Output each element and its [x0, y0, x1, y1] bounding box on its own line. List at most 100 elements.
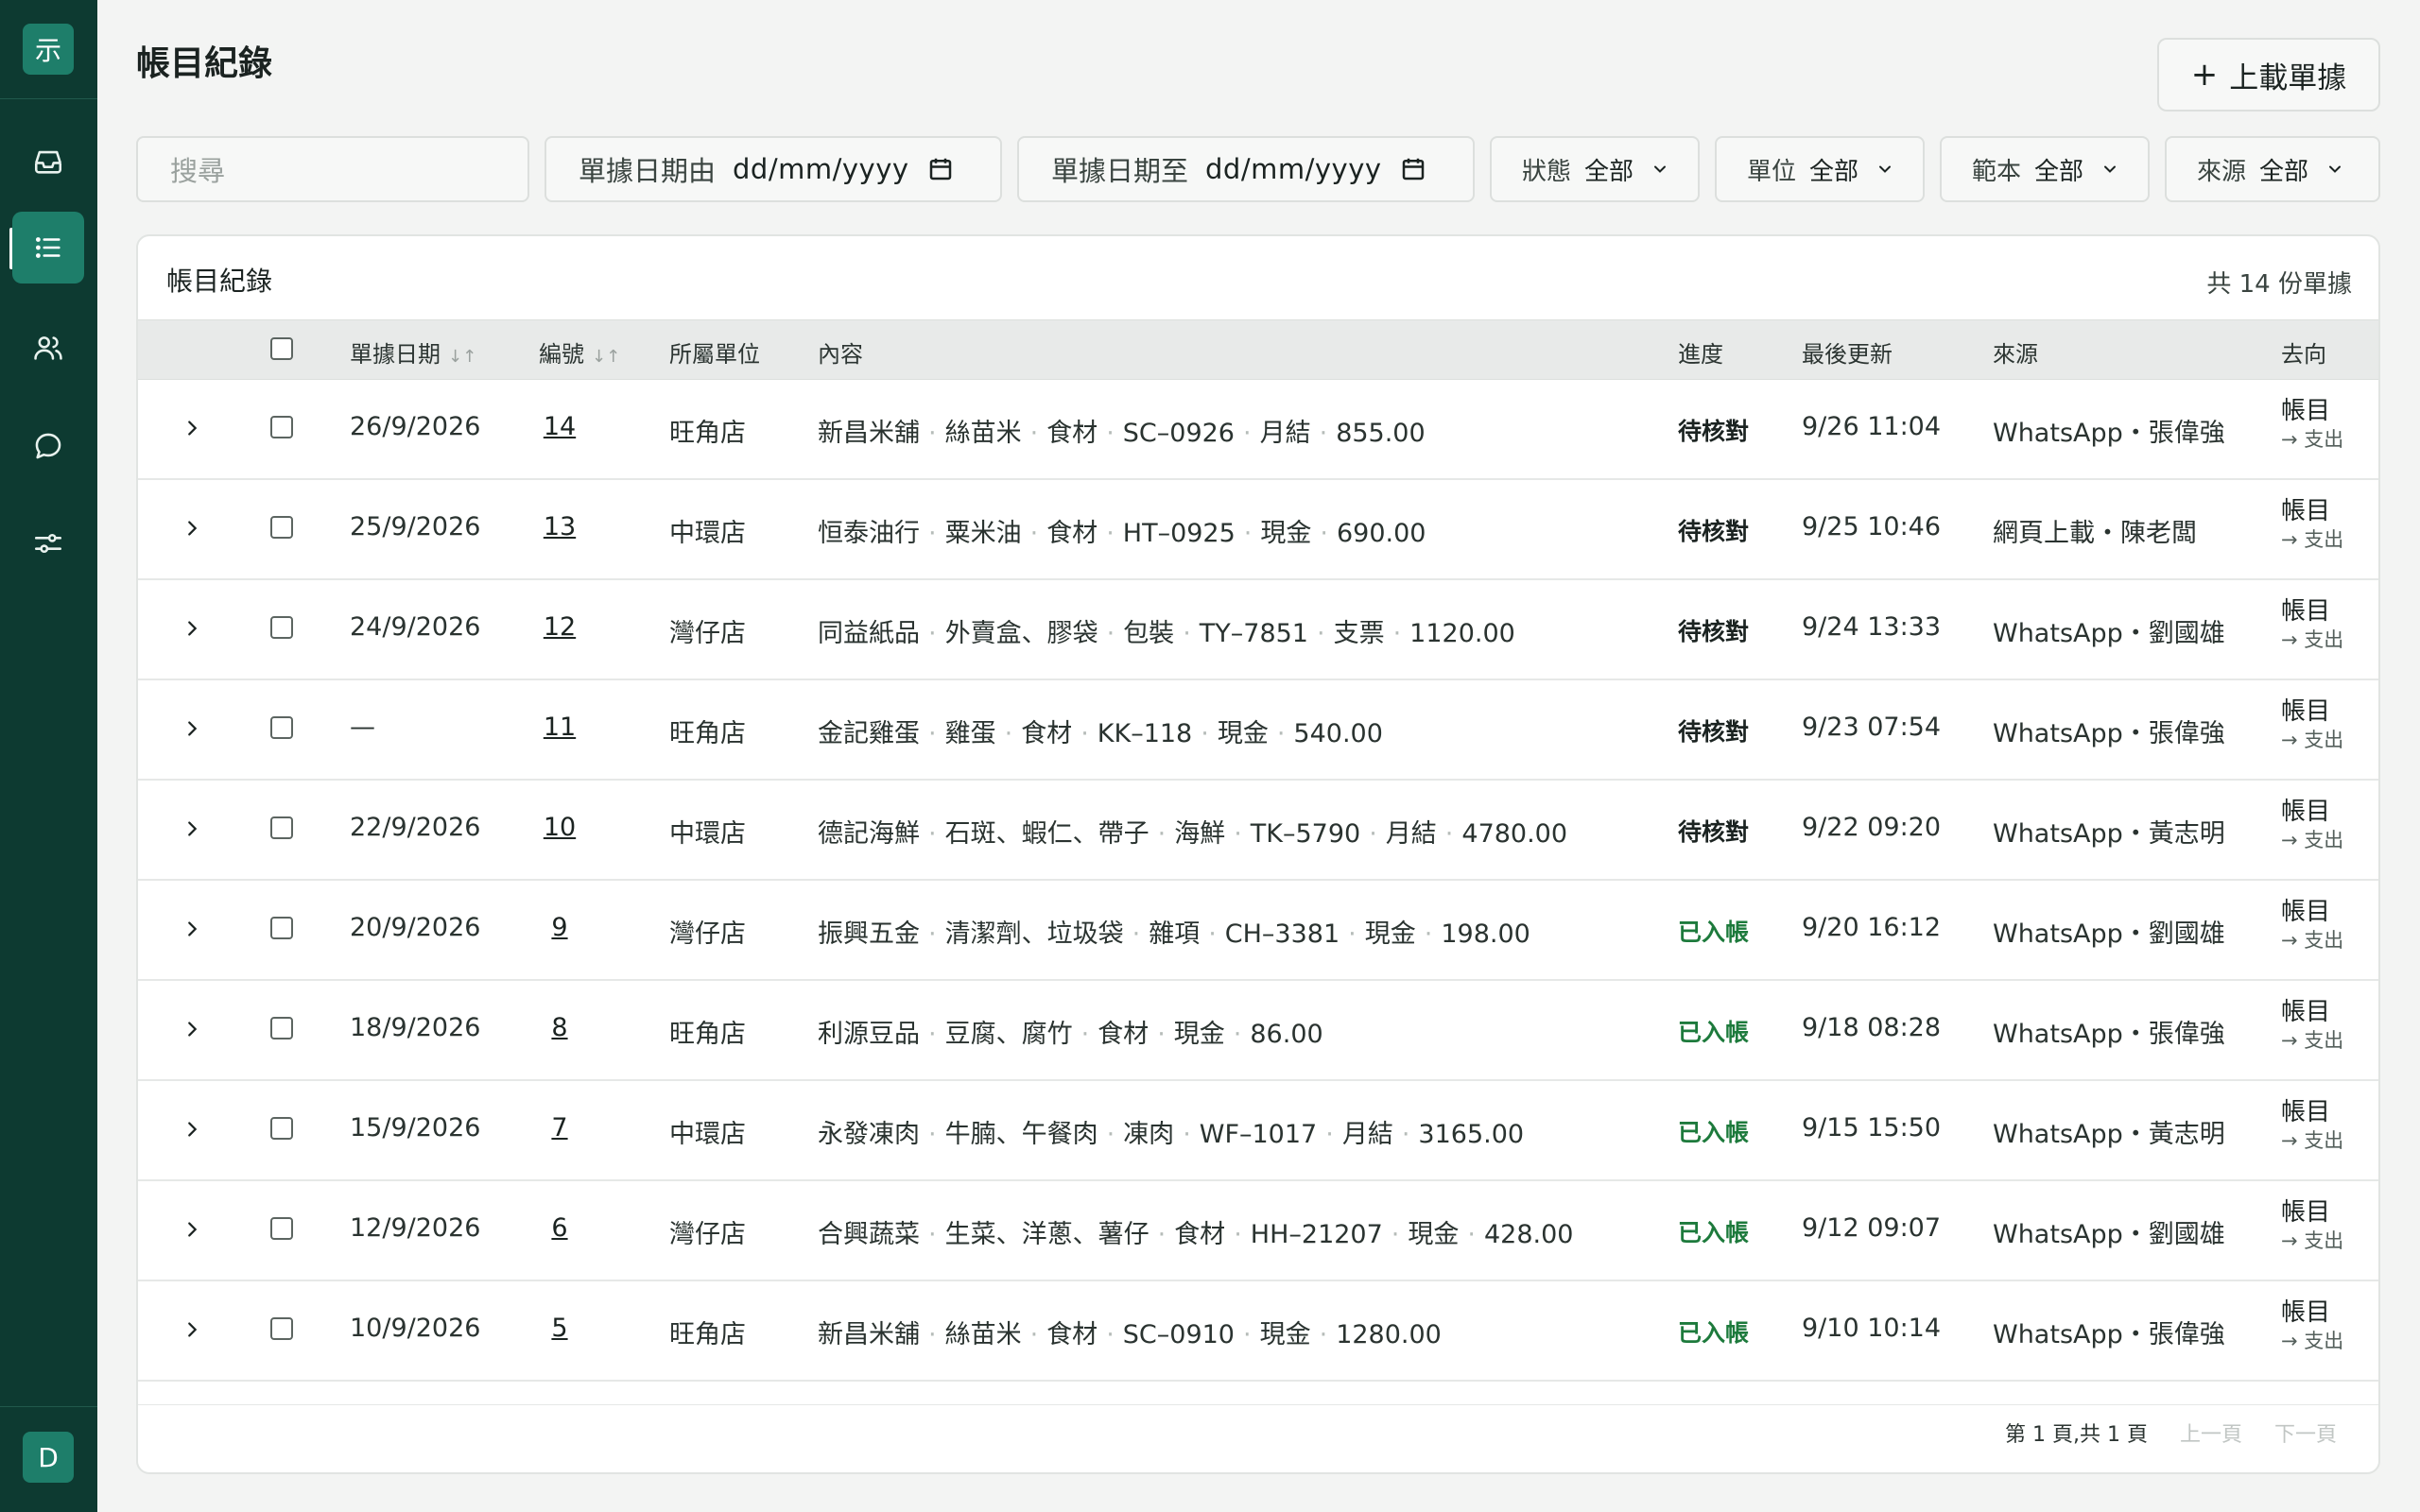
content-part: 3165.00: [1418, 1120, 1525, 1149]
sort-icon[interactable]: ↓↑: [592, 347, 620, 367]
separator-dot: ·: [1234, 1220, 1242, 1249]
status-badge: 待核對: [1678, 618, 1750, 645]
table-row[interactable]: 15/9/2026 7 中環店 永發凍肉 · 牛腩、午餐肉 · 凍肉 · WF–1017 · 月結 · 3…: [138, 1079, 2378, 1181]
unit-select[interactable]: 單位 全部: [1715, 136, 1925, 202]
chevron-right-icon[interactable]: [182, 618, 202, 639]
table-row[interactable]: 10/9/2026 5 旺角店 新昌米舖 · 絲苗米 · 食材 · SC–0910 · 現金 · 1280…: [138, 1280, 2378, 1382]
chevron-right-icon[interactable]: [182, 1019, 202, 1040]
content-part: 食材: [1021, 719, 1073, 748]
table-row[interactable]: 25/9/2026 13 中環店 恒泰油行 · 粟米油 · 食材 · HT–0925 · 現金 · 690…: [138, 478, 2378, 580]
next-page-button[interactable]: 下一頁: [2274, 1418, 2337, 1448]
row-checkbox[interactable]: [270, 1017, 293, 1040]
row-id-link[interactable]: 8: [551, 1013, 567, 1042]
sliders-icon[interactable]: [12, 507, 84, 579]
row-source: WhatsApp・劉國雄: [1993, 1220, 2225, 1249]
row-dest-primary: 帳目: [2281, 1198, 2331, 1227]
row-checkbox[interactable]: [270, 1217, 293, 1240]
search-input[interactable]: 搜尋: [136, 136, 529, 202]
row-updated: 9/10 10:14: [1802, 1314, 1942, 1343]
row-unit: 灣仔店: [669, 919, 746, 949]
date-from-filter[interactable]: 單據日期由 dd/mm/yyyy: [544, 136, 1002, 202]
table-row[interactable]: 22/9/2026 10 中環店 德記海鮮 · 石斑、蝦仁、帶子 · 海鮮 · TK–5790 · 月…: [138, 779, 2378, 881]
chevron-right-icon[interactable]: [182, 919, 202, 939]
row-dest-secondary: → 支出: [2281, 1229, 2344, 1252]
table-row[interactable]: 20/9/2026 9 灣仔店 振興五金 · 清潔劑、垃圾袋 · 雜項 · CH–3381 · 現金 ·…: [138, 879, 2378, 981]
row-id-link[interactable]: 13: [544, 512, 576, 541]
separator-dot: ·: [1201, 719, 1209, 748]
column-date-label: 單據日期: [350, 341, 441, 368]
date-to-filter[interactable]: 單據日期至 dd/mm/yyyy: [1017, 136, 1475, 202]
row-dest: 帳目 → 支出: [2281, 497, 2343, 554]
separator-dot: ·: [1424, 919, 1433, 949]
row-id-link[interactable]: 14: [544, 412, 576, 441]
sort-icon[interactable]: ↓↑: [448, 347, 476, 367]
list-icon[interactable]: [12, 212, 84, 284]
row-content: 利源豆品 · 豆腐、腐竹 · 食材 · 現金 · 86.00: [818, 1013, 1323, 1050]
row-checkbox[interactable]: [270, 516, 293, 539]
content-part: HH–21207: [1250, 1220, 1383, 1249]
row-id-link[interactable]: 9: [551, 913, 567, 942]
row-checkbox[interactable]: [270, 917, 293, 939]
chevron-right-icon[interactable]: [182, 1319, 202, 1340]
source-select[interactable]: 來源 全部: [2165, 136, 2380, 202]
row-date: 20/9/2026: [350, 913, 481, 942]
table-row[interactable]: —11 旺角店 金記雞蛋 · 雞蛋 · 食材 · KK–118 · 現金 · 540.00 待核對 9/23…: [138, 679, 2378, 781]
calendar-icon[interactable]: [1399, 155, 1427, 183]
content-part: 新昌米舖: [818, 1320, 920, 1349]
row-id-link[interactable]: 5: [551, 1314, 567, 1343]
table-row[interactable]: 18/9/2026 8 旺角店 利源豆品 · 豆腐、腐竹 · 食材 · 現金 · 86.00 已入帳 9/…: [138, 979, 2378, 1081]
content-part: KK–118: [1097, 719, 1193, 748]
column-date[interactable]: 單據日期 ↓↑: [350, 335, 476, 369]
chevron-right-icon[interactable]: [182, 518, 202, 539]
date-to-input[interactable]: dd/mm/yyyy: [1205, 153, 1382, 185]
chevron-right-icon[interactable]: [182, 418, 202, 438]
users-icon[interactable]: [12, 312, 84, 384]
column-id[interactable]: 編號 ↓↑: [539, 335, 620, 369]
table-row[interactable]: 26/9/2026 14 旺角店 新昌米舖 · 絲苗米 · 食材 · SC–0926 · 月結 · 855…: [138, 378, 2378, 480]
inbox-icon[interactable]: [12, 126, 84, 198]
table-row[interactable]: 12/9/2026 6 灣仔店 合興蔬菜 · 生菜、洋蔥、薯仔 · 食材 · HH–21207 · 現…: [138, 1179, 2378, 1281]
content-part: 現金: [1217, 719, 1269, 748]
upload-button-label: 上載單據: [2229, 60, 2347, 95]
row-unit: 旺角店: [669, 719, 746, 748]
row-dest: 帳目 → 支出: [2281, 798, 2343, 854]
app-logo[interactable]: 示: [23, 24, 74, 75]
prev-page-button[interactable]: 上一頁: [2180, 1418, 2242, 1448]
select-all-checkbox[interactable]: [270, 337, 293, 360]
chat-icon[interactable]: [12, 410, 84, 482]
content-part: 恒泰油行: [818, 519, 920, 548]
row-dest-secondary: → 支出: [2281, 528, 2344, 551]
template-select-label: 範本: [1972, 157, 2022, 186]
pagination: 第 1 頁,共 1 頁 上一頁 下一頁: [2005, 1418, 2337, 1448]
row-id-link[interactable]: 12: [544, 612, 576, 642]
chevron-right-icon[interactable]: [182, 718, 202, 739]
row-checkbox[interactable]: [270, 416, 293, 438]
upload-button[interactable]: + 上載單據: [2157, 38, 2380, 112]
template-select[interactable]: 範本 全部: [1940, 136, 2150, 202]
row-id-link[interactable]: 11: [544, 713, 576, 742]
row-checkbox[interactable]: [270, 716, 293, 739]
content-part: 月結: [1341, 1120, 1393, 1149]
separator-dot: ·: [1369, 819, 1377, 849]
table-footer-divider: [138, 1404, 2378, 1405]
chevron-right-icon[interactable]: [182, 818, 202, 839]
row-dest: 帳目 → 支出: [2281, 697, 2343, 754]
calendar-icon[interactable]: [926, 155, 955, 183]
table-row[interactable]: 24/9/2026 12 灣仔店 同益紙品 · 外賣盒、膠袋 · 包裝 · TY–7851 · 支票 ·…: [138, 578, 2378, 680]
date-from-input[interactable]: dd/mm/yyyy: [733, 153, 909, 185]
row-checkbox[interactable]: [270, 816, 293, 839]
row-id-link[interactable]: 7: [551, 1113, 567, 1143]
row-checkbox[interactable]: [270, 1317, 293, 1340]
row-checkbox[interactable]: [270, 616, 293, 639]
row-id-link[interactable]: 10: [544, 813, 576, 842]
avatar[interactable]: D: [23, 1432, 74, 1483]
row-dest-secondary: → 支出: [2281, 1330, 2344, 1352]
row-unit: 旺角店: [669, 419, 746, 448]
status-select[interactable]: 狀態 全部: [1490, 136, 1700, 202]
chevron-right-icon[interactable]: [182, 1219, 202, 1240]
row-source: WhatsApp・劉國雄: [1993, 619, 2225, 648]
row-checkbox[interactable]: [270, 1117, 293, 1140]
row-id-link[interactable]: 6: [551, 1213, 567, 1243]
chevron-right-icon[interactable]: [182, 1119, 202, 1140]
row-source: WhatsApp・張偉強: [1993, 1020, 2225, 1049]
